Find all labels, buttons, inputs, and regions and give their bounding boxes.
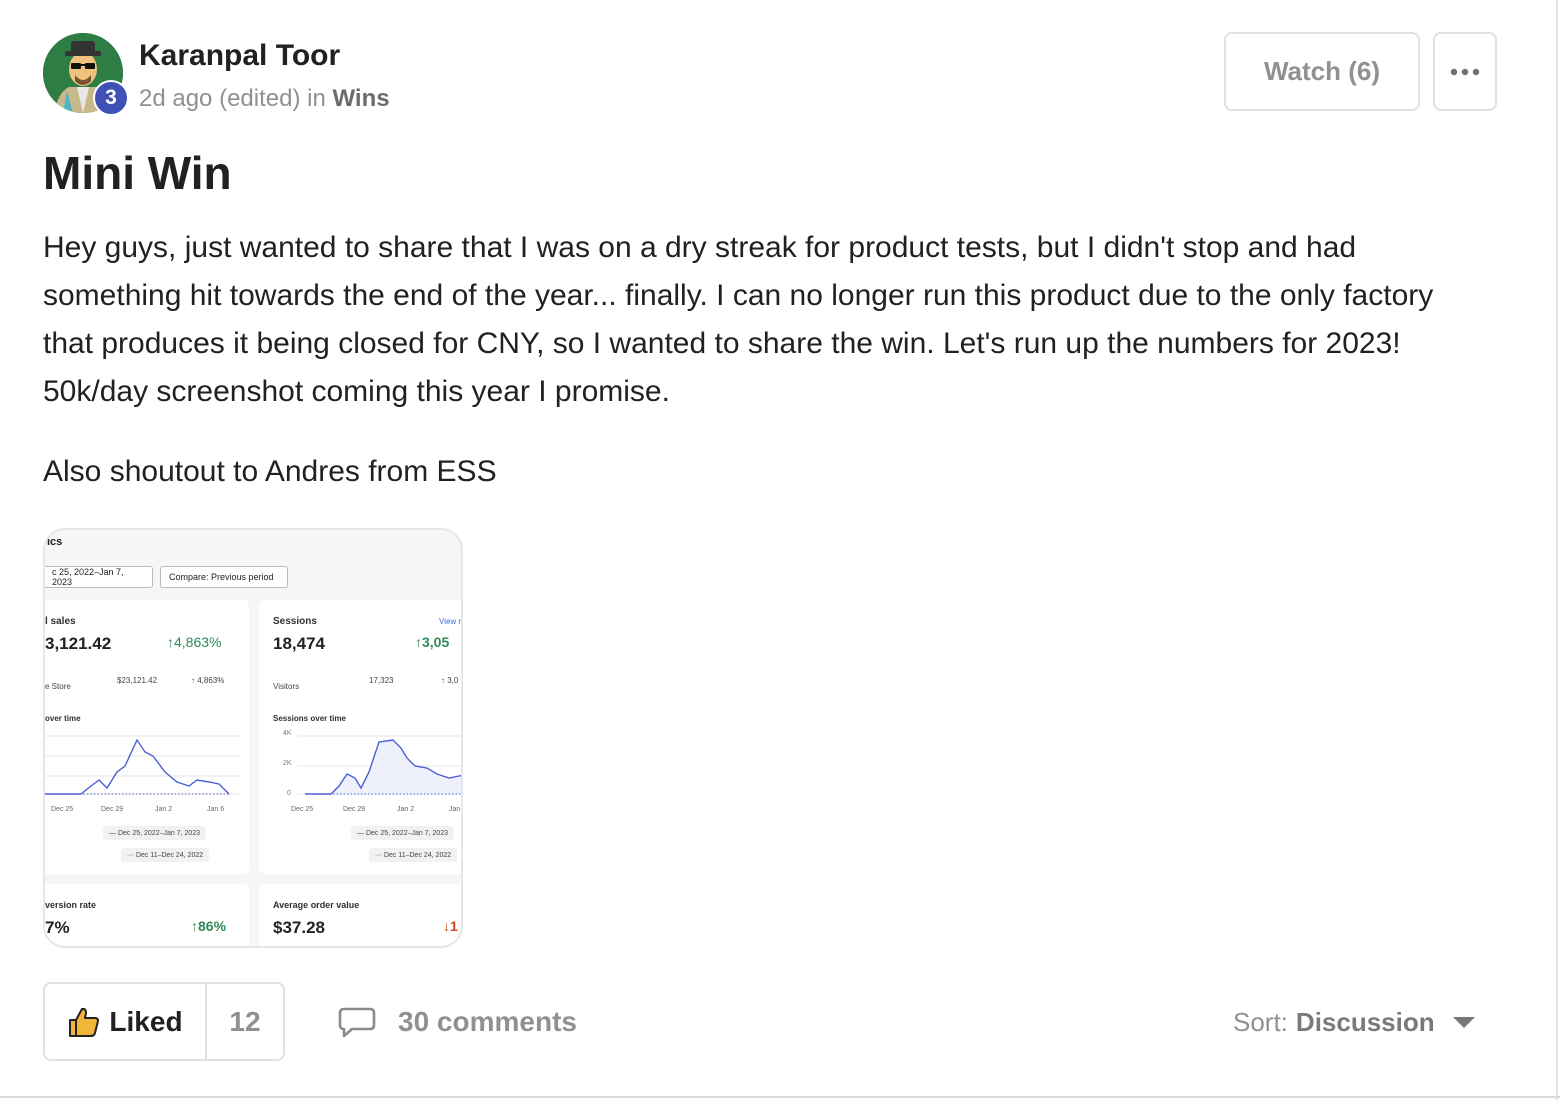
att-sales-row-change: ↑ 4,863%: [191, 676, 225, 685]
att-sales-legend-previous: ··· Dec 11–Dec 24, 2022: [121, 848, 210, 862]
att-date-range: c 25, 2022–Jan 7, 2023: [45, 566, 153, 588]
att-sessions-change: ↑3,05: [415, 634, 450, 650]
att-sales-x-tick-2: Dec 29: [101, 806, 124, 813]
page-right-border: [1556, 0, 1558, 1100]
att-aov-change: ↓1: [443, 918, 458, 934]
post-body: Hey guys, just wanted to share that I wa…: [43, 231, 1434, 408]
att-sessions-chart: [297, 735, 461, 795]
post-time: 2d ago (edited): [139, 85, 301, 112]
post-meta: 2d ago (edited) in Wins: [139, 84, 390, 114]
att-conversion-change: ↑86%: [191, 918, 227, 934]
att-sales-chart: [45, 735, 241, 795]
group-link[interactable]: Wins: [332, 85, 389, 112]
att-sales-x-tick-1: Dec 25: [51, 806, 74, 813]
att-sessions-chart-label: Sessions over time: [273, 714, 346, 723]
att-sessions-x-tick-4: Jan: [449, 806, 461, 813]
sort-value: Discussion: [1295, 1006, 1435, 1037]
att-heading: ics: [47, 536, 63, 548]
like-button[interactable]: Liked: [45, 984, 207, 1059]
post-body-shoutout: Also shoutout to Andres from ESS: [43, 455, 497, 488]
att-aov-value: $37.28: [273, 918, 325, 937]
like-count[interactable]: 12: [207, 984, 283, 1059]
att-sales-row-label: e Store: [45, 682, 71, 691]
sort-label: Sort:: [1233, 1006, 1288, 1037]
att-sessions-x-tick-1: Dec 25: [291, 806, 314, 813]
att-sessions-row-change: ↑ 3,0: [441, 676, 459, 685]
att-sessions-x-tick-2: Dec 29: [343, 806, 366, 813]
watch-button[interactable]: Watch (6): [1224, 32, 1420, 111]
comments-link[interactable]: 30 comments: [338, 1000, 577, 1044]
att-sessions-row-label: Visitors: [273, 682, 300, 691]
att-conversion-value: 7%: [45, 918, 70, 937]
att-conversion-card: version rate 7% ↑86%: [45, 884, 249, 946]
post-title: Mini Win: [43, 147, 232, 199]
caret-down-icon: [1452, 1016, 1475, 1028]
att-sessions-legend-current: — Dec 25, 2022–Jan 7, 2023: [351, 826, 455, 840]
sort-dropdown[interactable]: Sort: Discussion: [1233, 1000, 1475, 1044]
att-sales-x-tick-3: Jan 2: [155, 806, 173, 813]
attached-image[interactable]: ics c 25, 2022–Jan 7, 2023 Compare: Prev…: [43, 528, 463, 948]
thumbs-up-icon: [69, 1007, 100, 1037]
att-sessions-x-tick-3: Jan 2: [397, 806, 415, 813]
author-name[interactable]: Karanpal Toor: [139, 37, 340, 75]
att-sales-row-value: $23,121.42: [117, 676, 158, 685]
comment-bubble-icon: [338, 1007, 376, 1038]
att-sales-change: ↑4,863%: [167, 634, 222, 650]
att-sales-card: l sales 3,121.42 ↑4,863% e Store $23,121…: [45, 600, 249, 874]
level-badge: 3: [93, 80, 129, 116]
att-sessions-view-link: View r: [439, 617, 462, 626]
att-compare: Compare: Previous period: [160, 566, 288, 588]
att-sessions-row-value: 17,323: [369, 676, 394, 685]
att-conversion-label: version rate: [45, 900, 97, 910]
like-group: Liked 12: [43, 982, 285, 1061]
att-aov-card: Average order value $37.28 ↓1: [259, 884, 461, 946]
like-label: Liked: [109, 1005, 183, 1037]
att-aov-label: Average order value: [273, 900, 360, 910]
att-sessions-legend-previous: ··· Dec 11–Dec 24, 2022: [369, 848, 458, 862]
att-sales-label: l sales: [45, 616, 76, 627]
page-bottom-border: [0, 1096, 1560, 1098]
att-sessions-card: Sessions View r 18,474 ↑3,05 Visitors 17…: [259, 600, 462, 874]
att-sessions-label: Sessions: [273, 616, 317, 627]
more-horizontal-icon: [1450, 68, 1480, 75]
att-sales-x-tick-4: Jan 6: [207, 806, 225, 813]
post-in-word: in: [307, 85, 326, 112]
att-sessions-value: 18,474: [273, 634, 325, 653]
att-sales-value: 3,121.42: [45, 634, 112, 653]
att-sales-chart-label: over time: [45, 714, 81, 723]
more-options-button[interactable]: [1433, 32, 1497, 111]
att-sales-legend-current: — Dec 25, 2022–Jan 7, 2023: [103, 826, 207, 840]
comments-label: 30 comments: [398, 1006, 577, 1037]
